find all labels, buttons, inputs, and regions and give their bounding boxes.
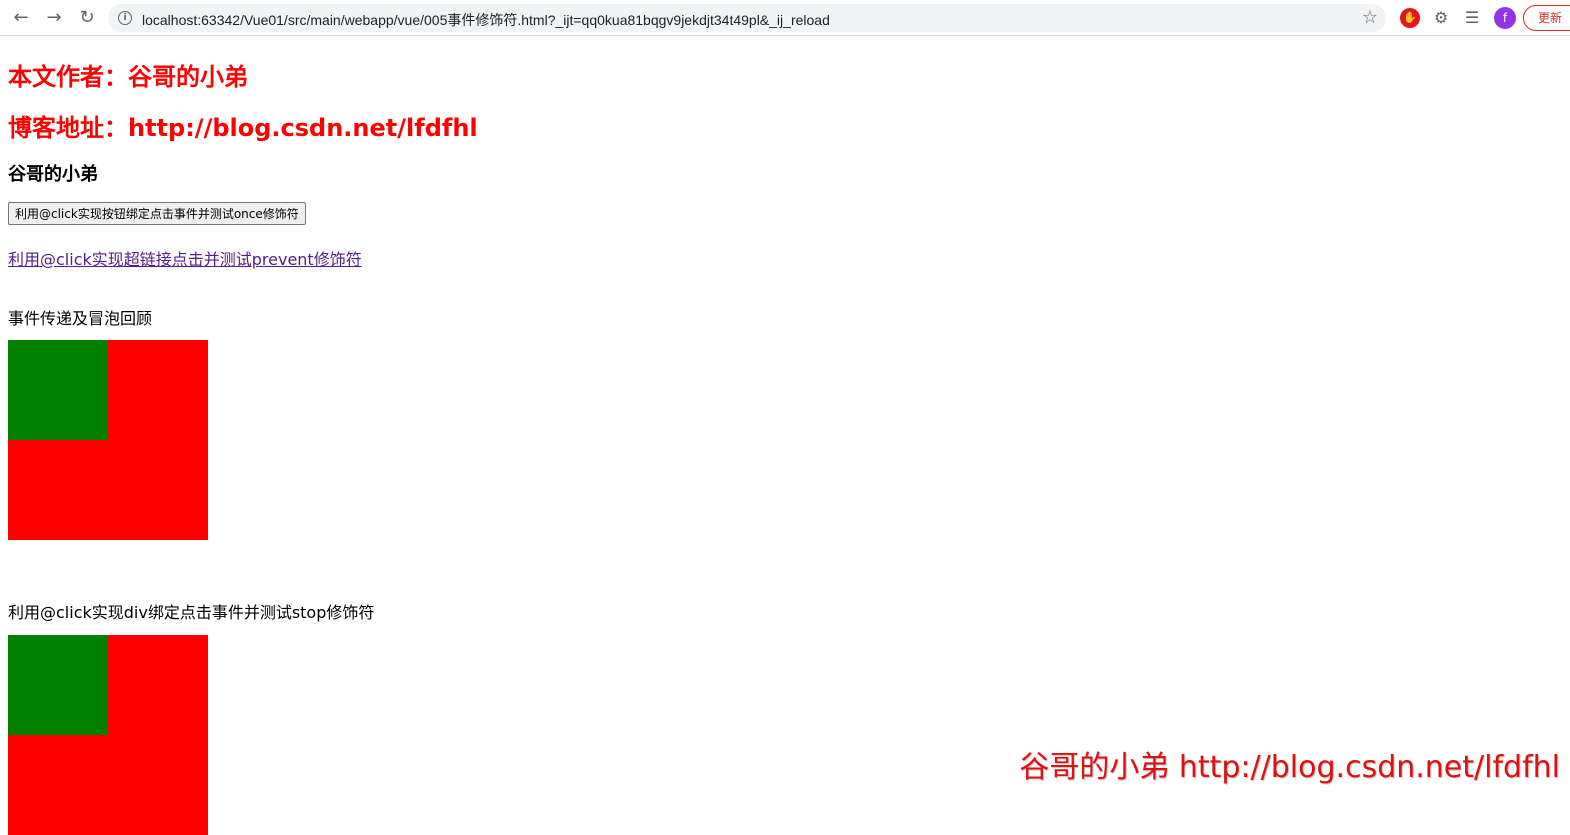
outer-red-box[interactable] xyxy=(8,340,208,540)
arrow-left-icon: ← xyxy=(13,7,29,28)
stop-section-label: 利用@click实现div绑定点击事件并测试stop修饰符 xyxy=(8,603,375,622)
author-heading: 本文作者：谷哥的小弟 xyxy=(8,63,248,91)
inner-green-box-stop[interactable] xyxy=(8,635,108,735)
reload-button[interactable]: ↻ xyxy=(76,7,98,29)
update-button[interactable]: 更新 xyxy=(1523,5,1570,31)
outer-red-box-stop[interactable] xyxy=(8,635,208,835)
bubble-section-label: 事件传递及冒泡回顾 xyxy=(8,309,153,328)
address-bar[interactable]: i localhost:63342/Vue01/src/main/webapp/… xyxy=(108,4,1386,32)
browser-toolbar: ← → ↻ i localhost:63342/Vue01/src/main/w… xyxy=(0,0,1570,36)
blog-heading: 博客地址：http://blog.csdn.net/lfdfhl xyxy=(8,114,478,142)
url-text[interactable]: localhost:63342/Vue01/src/main/webapp/vu… xyxy=(142,10,830,30)
forward-button[interactable]: → xyxy=(43,7,65,29)
once-test-button[interactable]: 利用@click实现按钮绑定点击事件并测试once修饰符 xyxy=(8,202,306,225)
watermark: 谷哥的小弟 http://blog.csdn.net/lfdfhl xyxy=(1019,750,1560,785)
media-queue-icon[interactable]: ☰ xyxy=(1462,8,1482,28)
prevent-test-link[interactable]: 利用@click实现超链接点击并测试prevent修饰符 xyxy=(8,246,362,270)
reload-icon: ↻ xyxy=(79,7,95,28)
inner-green-box[interactable] xyxy=(8,340,108,440)
adblock-icon[interactable]: ✋ xyxy=(1400,8,1420,28)
back-button[interactable]: ← xyxy=(10,7,32,29)
avatar[interactable]: f xyxy=(1494,7,1516,29)
info-icon[interactable]: i xyxy=(118,11,132,25)
star-icon[interactable]: ☆ xyxy=(1362,7,1378,28)
puzzle-icon[interactable]: ⚙ xyxy=(1431,8,1451,28)
arrow-right-icon: → xyxy=(46,7,62,28)
subheading: 谷哥的小弟 xyxy=(8,164,98,185)
